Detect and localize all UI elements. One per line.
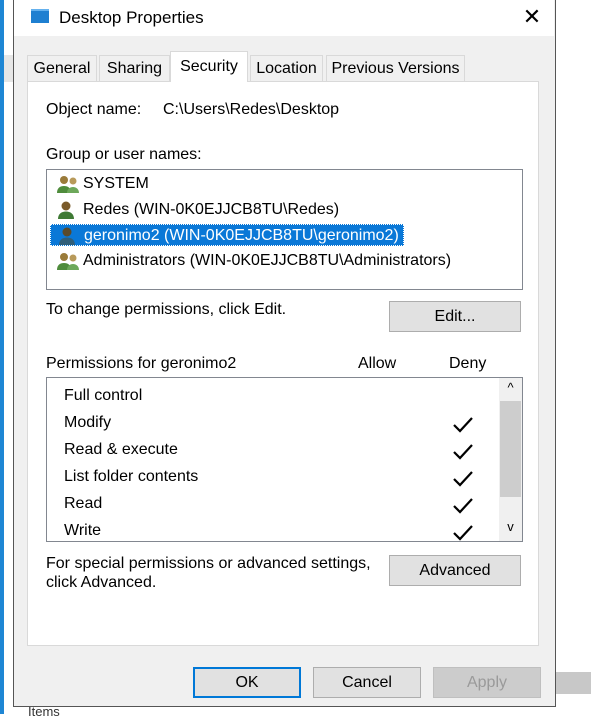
chevron-up-icon[interactable]: ^ — [499, 380, 522, 400]
edit-button[interactable]: Edit... — [389, 301, 521, 332]
ok-button[interactable]: OK — [193, 667, 301, 698]
list-item-label: Redes (WIN-0K0EJJCB8TU\Redes) — [83, 201, 340, 218]
list-item[interactable]: Redes (WIN-0K0EJJCB8TU\Redes) — [50, 199, 343, 221]
background-window-fragment — [556, 672, 591, 694]
permission-row: Modify — [64, 414, 112, 431]
special-permissions-line2: click Advanced. — [46, 574, 157, 591]
group-icon — [57, 176, 79, 193]
cancel-button[interactable]: Cancel — [313, 667, 421, 698]
list-item-label: geronimo2 (WIN-0K0EJJCB8TU\geronimo2) — [84, 227, 399, 244]
deny-read-execute-check-icon — [453, 444, 473, 460]
object-name-value: C:\Users\Redes\Desktop — [163, 101, 340, 118]
deny-write-check-icon — [453, 525, 473, 541]
window-title: Desktop Properties — [59, 8, 204, 27]
background-accent-strip — [0, 0, 4, 714]
list-item[interactable]: SYSTEM — [50, 173, 153, 195]
allow-column-header: Allow — [358, 355, 397, 372]
user-icon — [59, 227, 75, 245]
deny-modify-check-icon — [453, 417, 473, 433]
group-icon — [57, 253, 79, 270]
deny-list-folder-check-icon — [453, 471, 473, 487]
apply-button[interactable]: Apply — [433, 667, 541, 698]
permissions-list: Full control Modify Read & execute List … — [46, 377, 523, 542]
list-item-label: SYSTEM — [83, 175, 149, 192]
change-permissions-hint: To change permissions, click Edit. — [46, 301, 287, 318]
deny-read-check-icon — [453, 498, 473, 514]
group-user-list[interactable]: SYSTEM Redes (WIN-0K0EJJCB8TU\Redes) ger… — [46, 169, 523, 290]
permission-row: Full control — [64, 387, 143, 404]
advanced-button[interactable]: Advanced — [389, 555, 521, 586]
scrollbar-thumb[interactable] — [500, 401, 521, 497]
tab-general[interactable]: General — [27, 55, 97, 81]
permission-row: Read & execute — [64, 441, 178, 458]
object-name-label: Object name: — [46, 101, 142, 118]
permissions-header: Permissions for geronimo2 — [46, 355, 237, 372]
deny-column-header: Deny — [449, 355, 487, 372]
permission-row: Read — [64, 495, 103, 512]
tab-location[interactable]: Location — [250, 55, 323, 81]
list-item-label: Administrators (WIN-0K0EJJCB8TU\Administ… — [83, 252, 452, 269]
close-icon: ✕ — [522, 4, 542, 29]
folder-icon — [31, 9, 49, 23]
user-icon — [58, 201, 74, 219]
permission-row: Write — [64, 522, 102, 539]
tab-sharing[interactable]: Sharing — [99, 55, 170, 81]
special-permissions-line1: For special permissions or advanced sett… — [46, 555, 371, 572]
group-names-label: Group or user names: — [46, 146, 202, 163]
tab-security[interactable]: Security — [170, 51, 248, 82]
chevron-down-icon[interactable]: v — [499, 519, 522, 539]
tab-previous-versions[interactable]: Previous Versions — [326, 55, 465, 81]
permission-row: List folder contents — [64, 468, 199, 485]
list-item-selected[interactable]: geronimo2 (WIN-0K0EJJCB8TU\geronimo2) — [50, 224, 404, 246]
close-button[interactable]: ✕ — [514, 3, 550, 31]
list-item[interactable]: Administrators (WIN-0K0EJJCB8TU\Administ… — [50, 250, 455, 272]
